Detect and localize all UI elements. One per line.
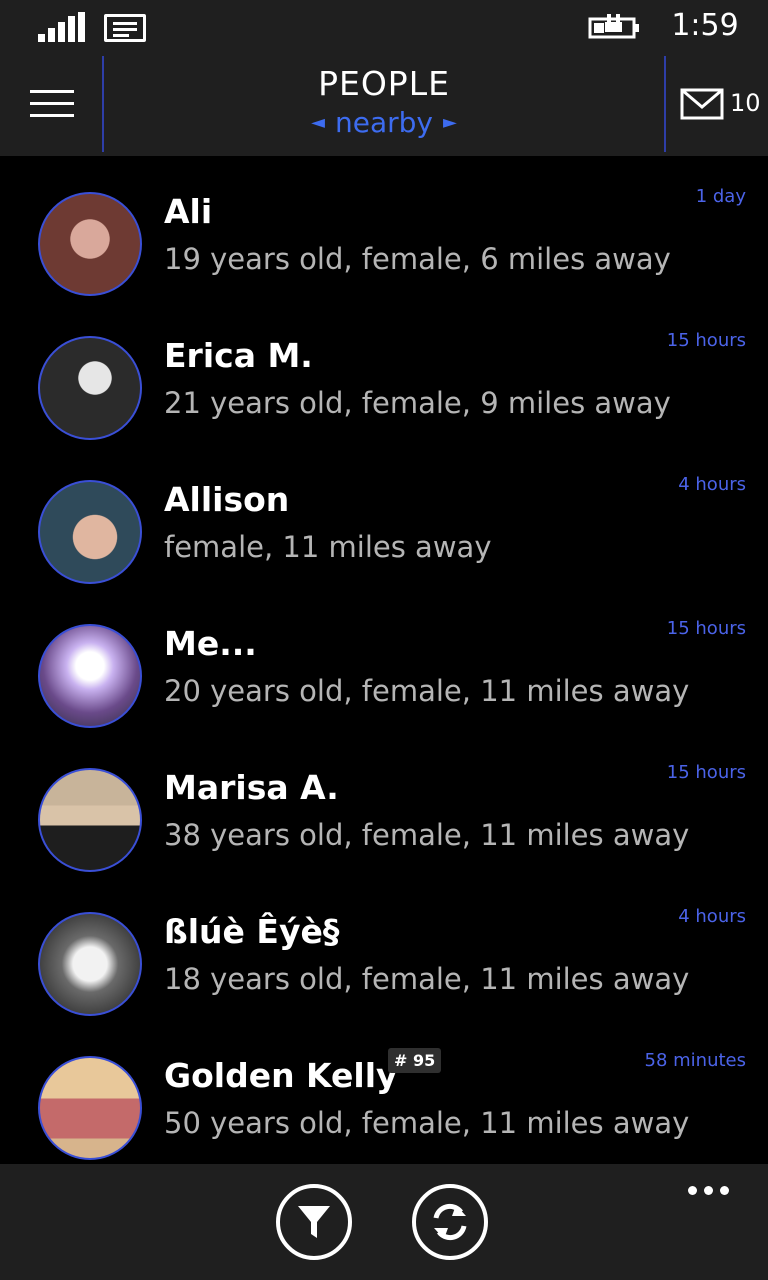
last-active-time: 15 hours xyxy=(666,762,746,783)
refresh-icon xyxy=(433,1203,467,1241)
person-detail: 19 years old, female, 6 miles away xyxy=(164,242,671,276)
last-active-time: 15 hours xyxy=(666,618,746,639)
person-name: Golden Kelly xyxy=(164,1056,398,1095)
more-options-icon[interactable] xyxy=(684,1180,734,1200)
signal-strength-icon xyxy=(38,12,86,42)
status-bar: 1:59 xyxy=(0,0,768,56)
right-arrow-icon[interactable]: ► xyxy=(443,112,457,133)
people-list[interactable]: Ali 19 years old, female, 6 miles away 1… xyxy=(0,156,768,1164)
mail-count: 10 xyxy=(730,89,761,117)
list-item[interactable]: Me... 20 years old, female, 11 miles awa… xyxy=(0,588,768,732)
person-detail: 38 years old, female, 11 miles away xyxy=(164,818,690,852)
avatar xyxy=(38,624,142,728)
avatar xyxy=(38,912,142,1016)
avatar xyxy=(38,336,142,440)
list-item[interactable]: Ali 19 years old, female, 6 miles away 1… xyxy=(0,156,768,300)
person-detail: female, 11 miles away xyxy=(164,530,492,564)
avatar xyxy=(38,192,142,296)
person-detail: 18 years old, female, 11 miles away xyxy=(164,962,690,996)
last-active-time: 1 day xyxy=(695,186,746,207)
person-name: ßlúè Êýè§ xyxy=(164,912,340,951)
left-arrow-icon[interactable]: ◄ xyxy=(311,112,325,133)
message-icon xyxy=(104,14,146,42)
last-active-time: 4 hours xyxy=(678,906,746,927)
avatar xyxy=(38,480,142,584)
list-item[interactable]: Marisa A. 38 years old, female, 11 miles… xyxy=(0,732,768,876)
avatar xyxy=(38,768,142,872)
person-detail: 50 years old, female, 11 miles away xyxy=(164,1106,690,1140)
refresh-button[interactable] xyxy=(412,1184,488,1260)
header: PEOPLE ◄ nearby ► 10 xyxy=(0,56,768,156)
last-active-time: 4 hours xyxy=(678,474,746,495)
person-name: Me... xyxy=(164,624,257,663)
last-active-time: 15 hours xyxy=(666,330,746,351)
list-item[interactable]: ßlúè Êýè§ 18 years old, female, 11 miles… xyxy=(0,876,768,1020)
last-active-time: 58 minutes xyxy=(644,1050,747,1071)
view-selector[interactable]: ◄ nearby ► xyxy=(0,106,768,139)
mail-icon[interactable] xyxy=(680,88,724,120)
list-item[interactable]: Erica M. 21 years old, female, 9 miles a… xyxy=(0,300,768,444)
battery-charging-icon xyxy=(588,14,639,39)
list-item[interactable]: Allison female, 11 miles away 4 hours xyxy=(0,444,768,588)
view-label: nearby xyxy=(335,106,433,139)
person-name: Ali xyxy=(164,192,213,231)
list-item[interactable]: Golden Kelly # 95 50 years old, female, … xyxy=(0,1020,768,1164)
person-name: Allison xyxy=(164,480,290,519)
person-detail: 21 years old, female, 9 miles away xyxy=(164,386,671,420)
app-bar xyxy=(0,1164,768,1280)
person-name: Marisa A. xyxy=(164,768,339,807)
filter-icon xyxy=(298,1206,330,1238)
person-detail: 20 years old, female, 11 miles away xyxy=(164,674,690,708)
person-name: Erica M. xyxy=(164,336,313,375)
avatar xyxy=(38,1056,142,1160)
header-divider xyxy=(664,56,666,152)
rank-badge: # 95 xyxy=(388,1048,442,1073)
page-title: PEOPLE xyxy=(318,64,450,103)
filter-button[interactable] xyxy=(276,1184,352,1260)
clock: 1:59 xyxy=(671,8,739,43)
